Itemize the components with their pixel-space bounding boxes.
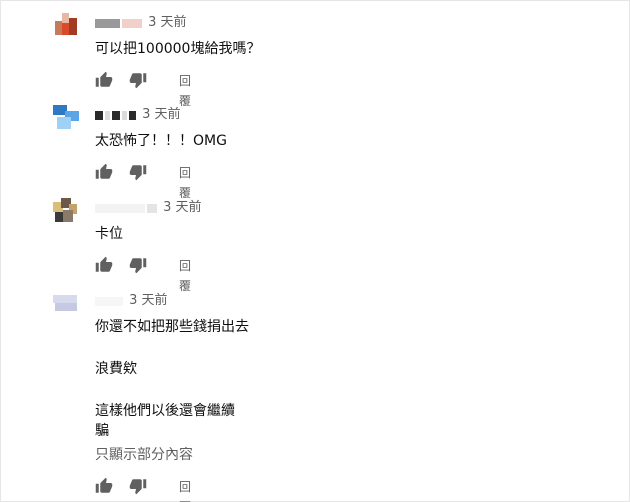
- thumbs-up-icon: [95, 71, 113, 87]
- comment-text-line: 你還不如把那些錢捐出去: [95, 319, 249, 335]
- like-button[interactable]: [95, 477, 113, 495]
- dislike-button[interactable]: [129, 256, 147, 274]
- comment-author: 3 天前: [95, 15, 187, 31]
- dislike-button[interactable]: [129, 163, 147, 181]
- comments-panel: 3 天前 可以把100000塊給我嗎？ 回覆 3 天前 太恐怖了！！！OMG 回…: [0, 0, 630, 502]
- comment-timestamp: 3 天前: [148, 15, 187, 30]
- thumbs-down-icon: [129, 165, 147, 181]
- comment-timestamp: 3 天前: [129, 293, 168, 308]
- thumbs-down-icon: [129, 479, 147, 495]
- like-button[interactable]: [95, 163, 113, 181]
- reply-button[interactable]: 回覆: [179, 256, 191, 296]
- avatar[interactable]: [51, 198, 79, 226]
- author-name-blur: [105, 110, 110, 120]
- thumbs-up-icon: [95, 256, 113, 272]
- like-button[interactable]: [95, 71, 113, 89]
- author-name[interactable]: [95, 18, 120, 28]
- comment-timestamp: 3 天前: [163, 200, 202, 215]
- author-name-blur: [112, 110, 120, 120]
- dislike-button[interactable]: [129, 477, 147, 495]
- thumbs-down-icon: [129, 258, 147, 274]
- avatar[interactable]: [51, 291, 79, 319]
- comment-text-line: 騙: [95, 423, 109, 439]
- thumbs-up-icon: [95, 477, 113, 493]
- reply-button[interactable]: 回覆: [179, 477, 191, 502]
- comment-text: 卡位: [95, 226, 123, 242]
- author-name-blur: [122, 18, 142, 28]
- author-name-blur: [147, 203, 157, 213]
- comment-text: 太恐怖了！！！OMG: [95, 133, 227, 149]
- reply-button[interactable]: 回覆: [179, 163, 191, 203]
- thumbs-up-icon: [95, 163, 113, 179]
- comment-author: 3 天前: [95, 107, 181, 123]
- comment-author: 3 天前: [95, 293, 168, 309]
- thumbs-down-icon: [129, 73, 147, 89]
- comment-timestamp: 3 天前: [142, 107, 181, 122]
- like-button[interactable]: [95, 256, 113, 274]
- comment-author: 3 天前: [95, 200, 202, 216]
- show-more-link[interactable]: 只顯示部分內容: [95, 445, 193, 465]
- author-name-blur: [129, 110, 136, 120]
- avatar[interactable]: [51, 13, 79, 41]
- author-name-blur: [122, 110, 127, 120]
- author-name[interactable]: [95, 296, 123, 306]
- author-name[interactable]: [95, 110, 103, 120]
- comment-text-line: 浪費欸: [95, 361, 137, 377]
- comment-text-line: 這樣他們以後還會繼續: [95, 403, 235, 419]
- reply-button[interactable]: 回覆: [179, 71, 191, 111]
- comment-text: 可以把100000塊給我嗎？: [95, 41, 261, 57]
- avatar[interactable]: [51, 103, 79, 131]
- dislike-button[interactable]: [129, 71, 147, 89]
- author-name[interactable]: [95, 203, 145, 213]
